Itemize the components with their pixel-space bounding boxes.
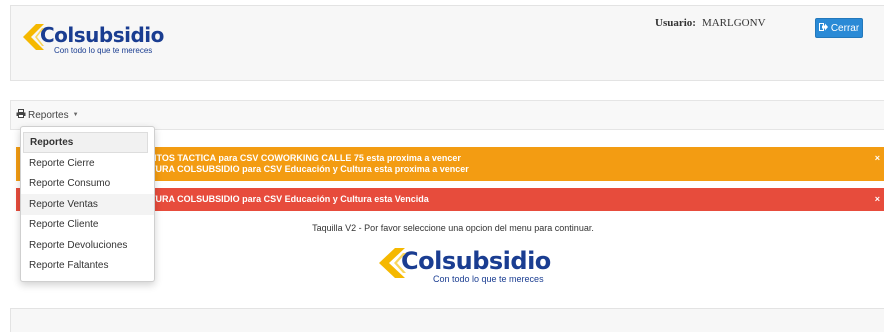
logout-label: Cerrar bbox=[830, 22, 860, 34]
logout-button[interactable]: Cerrar bbox=[815, 18, 863, 38]
colsubsidio-chevron-icon bbox=[22, 24, 44, 50]
colsubsidio-logo[interactable]: Colsubsidio Con todo lo que te mereces bbox=[22, 24, 164, 55]
center-colsubsidio-logo: Colsubsidio Con todo lo que te mereces bbox=[378, 248, 551, 284]
menu-item-reporte-consumo[interactable]: Reporte Consumo bbox=[21, 174, 154, 195]
alert-warning-close-button[interactable]: × bbox=[875, 153, 880, 164]
reports-menu-toggle[interactable]: Reportes ▼ bbox=[16, 109, 79, 121]
menu-item-reporte-faltantes[interactable]: Reporte Faltantes bbox=[21, 256, 154, 277]
logo-tagline: Con todo lo que te mereces bbox=[54, 46, 153, 55]
print-icon bbox=[16, 109, 26, 121]
alert-danger-close-button[interactable]: × bbox=[875, 194, 880, 205]
dropdown-header-reportes[interactable]: Reportes bbox=[23, 132, 148, 153]
reports-menu-label: Reportes bbox=[28, 109, 69, 121]
caret-down-icon: ▼ bbox=[72, 112, 79, 118]
user-label: Usuario: bbox=[655, 17, 696, 29]
logo-tagline: Con todo lo que te mereces bbox=[433, 274, 544, 284]
logo-wordmark: Colsubsidio bbox=[40, 23, 164, 47]
logo-wordmark: Colsubsidio bbox=[401, 247, 551, 275]
sign-out-icon bbox=[818, 22, 828, 34]
colsubsidio-chevron-icon bbox=[378, 248, 406, 278]
footer-bar bbox=[10, 308, 884, 332]
menu-item-reporte-ventas[interactable]: Reporte Ventas bbox=[21, 194, 154, 215]
menu-item-reporte-cliente[interactable]: Reporte Cliente bbox=[21, 215, 154, 236]
menu-item-reporte-devoluciones[interactable]: Reporte Devoluciones bbox=[21, 235, 154, 256]
reports-dropdown-menu: Reportes Reporte Cierre Reporte Consumo … bbox=[20, 126, 155, 282]
user-info: Usuario: MARLGONV bbox=[655, 17, 766, 29]
menu-item-reporte-cierre[interactable]: Reporte Cierre bbox=[21, 153, 154, 174]
username: MARLGONV bbox=[701, 17, 766, 29]
